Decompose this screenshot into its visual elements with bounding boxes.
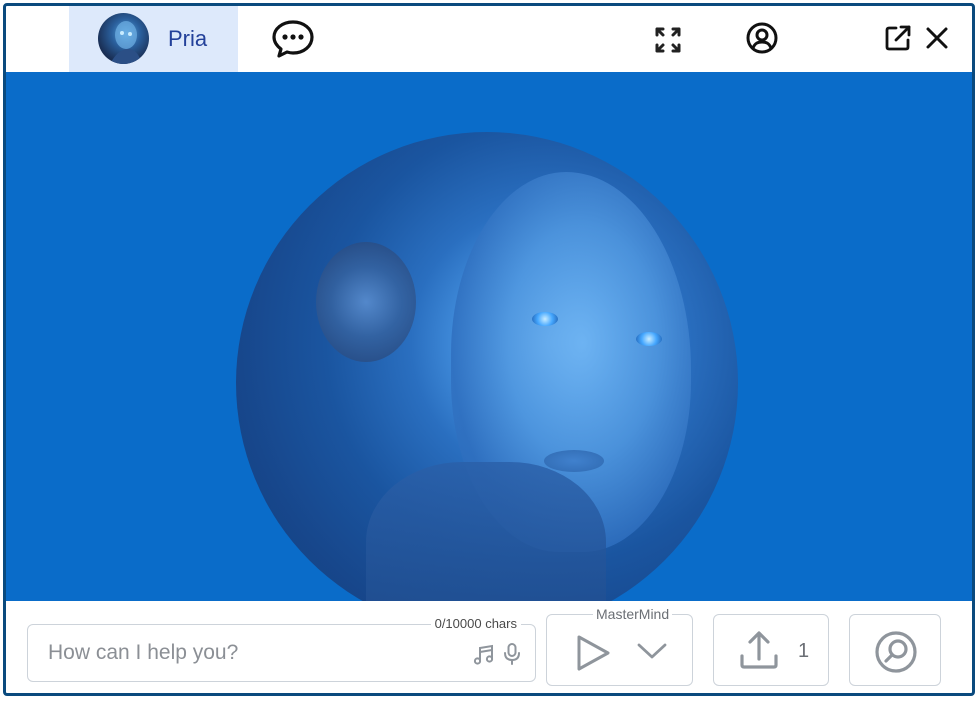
expand-icon[interactable] bbox=[653, 25, 683, 55]
tab-pria[interactable]: Pria bbox=[69, 6, 238, 72]
chat-window: Pria How can I help you? 0/10000 chars M… bbox=[3, 3, 975, 696]
play-icon[interactable] bbox=[573, 633, 613, 673]
tab-label: Pria bbox=[168, 26, 208, 51]
chevron-down-icon[interactable] bbox=[635, 641, 669, 661]
search-button[interactable] bbox=[849, 614, 941, 686]
upload-count: 1 bbox=[798, 640, 810, 662]
upload-icon bbox=[738, 629, 780, 671]
headphone-graphic bbox=[316, 242, 416, 362]
eye-graphic bbox=[636, 332, 662, 346]
pria-portrait-image bbox=[236, 132, 738, 634]
search-icon bbox=[874, 630, 918, 674]
chat-input[interactable] bbox=[28, 625, 535, 681]
microphone-icon[interactable] bbox=[502, 642, 522, 666]
chat-bubble-icon[interactable] bbox=[270, 18, 316, 60]
composer-bar: 0/10000 chars MasterMind bbox=[6, 601, 972, 693]
mastermind-label: MasterMind bbox=[593, 606, 673, 622]
chat-input-container: 0/10000 chars bbox=[27, 616, 536, 682]
music-note-icon[interactable] bbox=[472, 643, 496, 667]
avatar bbox=[98, 13, 149, 64]
char-counter: 0/10000 chars bbox=[430, 616, 521, 631]
upload-button[interactable]: 1 bbox=[713, 614, 829, 686]
mastermind-control: MasterMind bbox=[546, 606, 693, 686]
header-bar: Pria bbox=[6, 6, 972, 72]
close-icon[interactable] bbox=[923, 24, 951, 52]
external-link-icon[interactable] bbox=[883, 23, 913, 53]
account-icon[interactable] bbox=[745, 21, 779, 55]
eye-graphic bbox=[532, 312, 558, 326]
lips-graphic bbox=[544, 450, 604, 472]
